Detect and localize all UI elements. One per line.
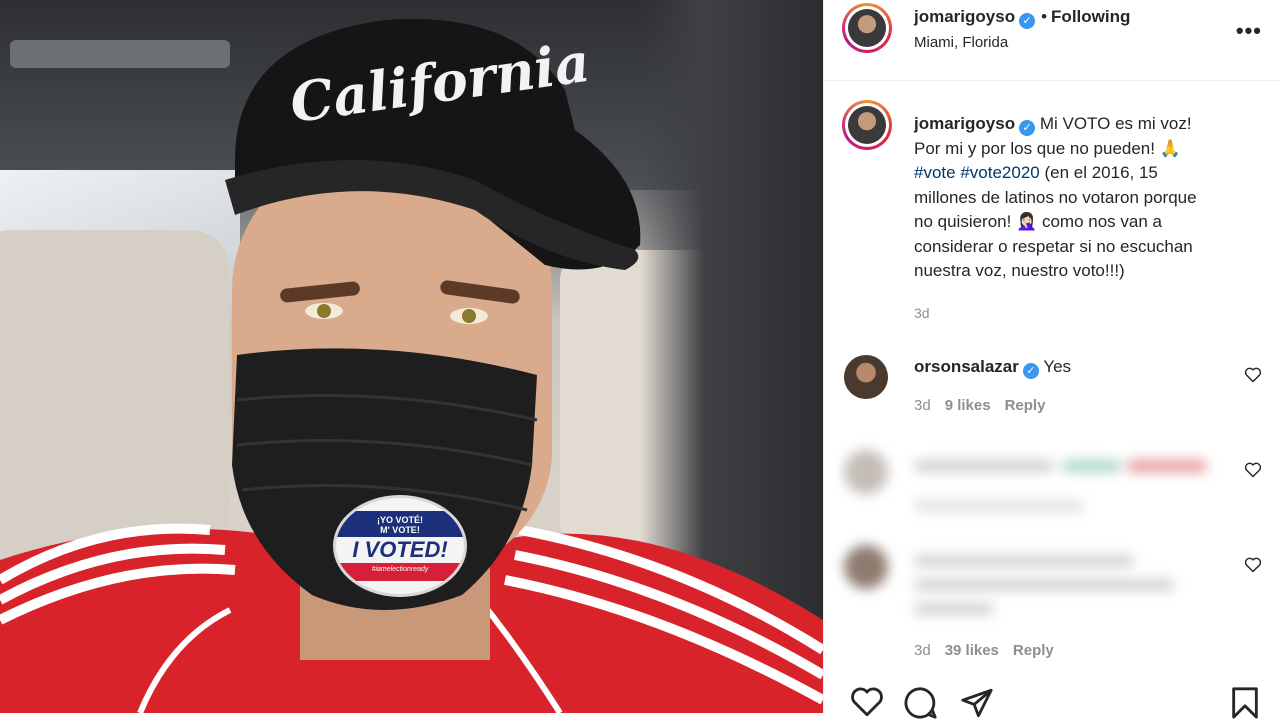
header-name-row: jomarigoyso ✓ • Following [914,7,1130,29]
bookmark-icon[interactable] [1230,686,1260,720]
comment-like-heart-icon[interactable] [1244,557,1262,573]
caption-text-2: Por mi y por los que no pueden! 🙏 [914,138,1181,158]
black-cap: California [225,18,641,270]
following-button[interactable]: Following [1051,7,1130,26]
comment-meta: 3d 9 likes Reply [914,397,1045,414]
caption-username[interactable]: jomarigoyso [914,114,1015,133]
heart-icon[interactable] [850,686,884,718]
caption-line-1: jomarigoyso ✓ Mi VOTO es mi voz! [914,112,1254,137]
blurred-username [914,460,1054,472]
comment-item: orsonsalazar ✓ Yes 3d 9 likes Reply [842,355,1262,425]
caption-text-6: considerar o respetar si no escuchan [914,236,1193,256]
comment-like-heart-icon[interactable] [1244,367,1262,383]
comment-reply-button[interactable]: Reply [1005,397,1046,414]
comment-body: orsonsalazar ✓ Yes [914,357,1071,379]
blurred-text [1062,460,1122,472]
comment-item-blurred: 3d 39 likes Reply [842,545,1262,675]
hashtag-vote[interactable]: #vote [914,163,956,182]
commenter-avatar[interactable] [844,545,888,589]
post-dialog: California ¡YO VOTÉ! M' VOTE! I VOTED! #… [0,0,1280,719]
verified-badge-icon: ✓ [1019,120,1036,136]
caption-text-7: nuestra voz, nuestro voto!!!) [914,261,1125,280]
blurred-text [914,579,1174,591]
avatar-image [848,9,886,47]
caption-text-1: Mi VOTO es mi voz! [1039,114,1192,133]
sticker-top: ¡YO VOTÉ! M' VOTE! [336,511,464,537]
verified-badge-icon: ✓ [1022,363,1039,379]
blurred-text [914,555,1134,567]
author-username[interactable]: jomarigoyso [914,7,1015,26]
comment-time[interactable]: 3d [914,397,931,414]
avatar-image [848,106,886,144]
left-eye [305,303,343,319]
comment-time[interactable]: 3d [914,642,931,659]
right-eye [450,308,488,324]
hashtag-vote2020[interactable]: #vote2020 [960,163,1039,182]
sticker-main-text: I VOTED! [352,537,448,562]
car-dome-light [10,40,230,68]
author-avatar[interactable] [842,3,892,53]
post-action-bar [842,682,1262,722]
caption-text-4: millones de latinos no votaron porque [914,187,1197,207]
comment-item-blurred [842,450,1262,520]
comment-reply-button[interactable]: Reply [1013,642,1054,659]
caption-avatar[interactable] [842,100,892,150]
i-voted-sticker: ¡YO VOTÉ! M' VOTE! I VOTED! #iamelection… [333,495,467,597]
sticker-top-line2: M' VOTE! [380,525,420,535]
blurred-text [914,603,994,615]
caption-text-3: (en el 2016, 15 [1039,163,1158,182]
comment-likes[interactable]: 39 likes [945,642,999,659]
commenter-avatar[interactable] [844,450,888,494]
comment-icon[interactable] [904,686,938,720]
commenter-avatar[interactable] [844,355,888,399]
comment-text: Yes [1043,357,1072,376]
caption-text-5: no quisieron! 🤦🏻‍♀️ como nos van a [914,212,1162,231]
comment-likes[interactable]: 9 likes [945,397,991,414]
comment-meta: 3d 39 likes Reply [914,642,1054,659]
sticker-hashtag: #iamelectionready [336,563,464,581]
post-caption: jomarigoyso ✓ Mi VOTO es mi voz! Por mi y… [914,112,1254,284]
blurred-meta [914,500,1084,512]
sticker-top-line1: ¡YO VOTÉ! [376,515,423,525]
caption-time[interactable]: 3d [914,305,930,321]
post-location[interactable]: Miami, Florida [914,34,1008,51]
commenter-username[interactable]: orsonsalazar [914,357,1019,376]
comment-like-heart-icon[interactable] [1244,462,1262,478]
post-photo[interactable]: California ¡YO VOTÉ! M' VOTE! I VOTED! #… [0,0,823,713]
blurred-text [1127,460,1207,472]
more-options-icon[interactable]: ••• [1236,18,1262,44]
verified-badge-icon: ✓ [1019,13,1036,29]
post-side-panel: jomarigoyso ✓ • Following Miami, Florida ••… [823,0,1280,719]
separator-dot: • [1041,7,1048,26]
post-header: jomarigoyso ✓ • Following Miami, Florida ••… [824,0,1280,81]
caption-line-3: #vote #vote2020 (en el 2016, 15 [914,161,1254,186]
send-icon[interactable] [960,686,994,720]
